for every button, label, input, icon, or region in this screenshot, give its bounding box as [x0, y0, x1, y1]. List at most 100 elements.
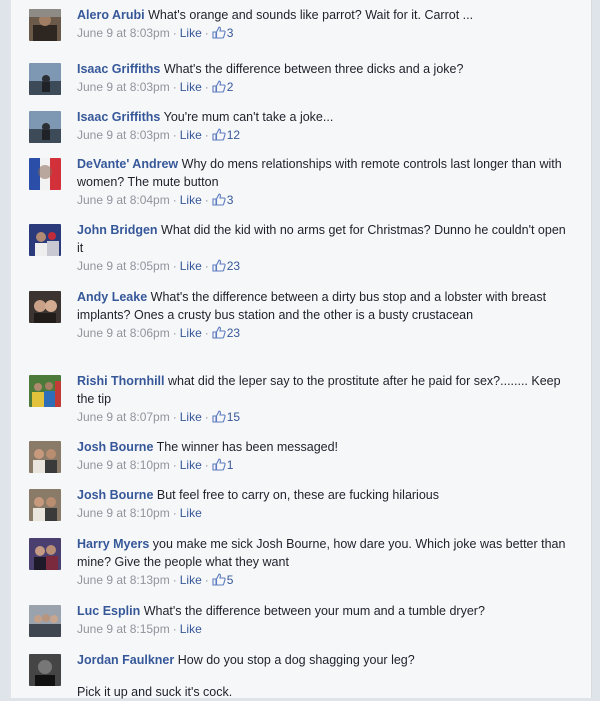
like-count[interactable]: 15	[212, 410, 240, 424]
avatar[interactable]	[29, 538, 61, 570]
thumbs-up-icon	[212, 458, 226, 471]
like-button[interactable]: Like	[180, 506, 202, 520]
comment-text: Andy Leake What's the difference between…	[77, 288, 572, 324]
comment-time[interactable]: June 9 at 8:13pm	[77, 573, 170, 587]
comment-author[interactable]: Josh Bourne	[77, 488, 153, 502]
separator-dot: ·	[204, 128, 209, 142]
avatar[interactable]	[29, 441, 61, 473]
comment-meta: June 9 at 8:03pm · Like · 12	[77, 126, 572, 144]
comment-author[interactable]: Harry Myers	[77, 537, 149, 551]
like-button[interactable]: Like	[180, 410, 202, 424]
comment-meta: June 9 at 8:04pm · Like · 3	[77, 191, 572, 209]
like-button[interactable]: Like	[180, 26, 202, 40]
comment-meta: June 9 at 8:13pm · Like · 5	[77, 571, 572, 589]
comment-author[interactable]: Josh Bourne	[77, 440, 153, 454]
like-count-value: 5	[226, 573, 234, 587]
comment-text: John Bridgen What did the kid with no ar…	[77, 221, 572, 257]
comment-author[interactable]: John Bridgen	[77, 223, 158, 237]
avatar[interactable]	[29, 291, 61, 323]
comment-meta: June 9 at 8:06pm · Like · 23	[77, 324, 572, 342]
comment-text: Luc Esplin What's the difference between…	[77, 602, 572, 620]
avatar[interactable]	[29, 158, 61, 190]
like-button[interactable]: Like	[180, 326, 202, 340]
separator-dot: ·	[204, 193, 209, 207]
avatar[interactable]	[29, 489, 61, 521]
comment-meta: June 9 at 8:07pm · Like · 15	[77, 408, 572, 426]
comment-author[interactable]: DeVante' Andrew	[77, 157, 178, 171]
comment-time[interactable]: June 9 at 8:03pm	[77, 80, 170, 94]
comment-time[interactable]: June 9 at 8:10pm	[77, 506, 170, 520]
avatar[interactable]	[29, 63, 61, 95]
like-count[interactable]: 3	[212, 26, 234, 40]
like-button[interactable]: Like	[180, 193, 202, 207]
comment-meta: June 9 at 8:03pm · Like · 2	[77, 78, 572, 96]
separator-dot: ·	[172, 326, 177, 340]
avatar[interactable]	[29, 605, 61, 637]
comment-time[interactable]: June 9 at 8:06pm	[77, 326, 170, 340]
comment-message: What's orange and sounds like parrot? Wa…	[148, 8, 474, 22]
avatar[interactable]	[29, 375, 61, 407]
separator-dot: ·	[172, 573, 177, 587]
comment-text: Rishi Thornhill what did the leper say t…	[77, 372, 572, 408]
like-count[interactable]: 2	[212, 80, 233, 94]
like-button[interactable]: Like	[180, 80, 202, 94]
comment-text: Josh Bourne The winner has been messaged…	[77, 438, 572, 456]
avatar[interactable]	[29, 111, 61, 143]
like-button[interactable]: Like	[180, 573, 202, 587]
comments-panel: Alero Arubi What's orange and sounds lik…	[10, 0, 592, 699]
like-count-value: 23	[226, 259, 241, 273]
separator-dot: ·	[172, 80, 177, 94]
comment-meta: June 9 at 8:03pm · Like · 3	[77, 24, 572, 42]
comment-message: The winner has been messaged!	[156, 440, 339, 454]
comment-text: Harry Myers you make me sick Josh Bourne…	[77, 535, 572, 571]
like-count[interactable]: 3	[212, 193, 234, 207]
comment-time[interactable]: June 9 at 8:15pm	[77, 622, 170, 636]
like-count[interactable]: 23	[212, 326, 240, 340]
comment-time[interactable]: June 9 at 8:07pm	[77, 410, 170, 424]
avatar[interactable]	[29, 654, 61, 686]
comment-time[interactable]: June 9 at 8:03pm	[77, 128, 170, 142]
separator-dot: ·	[204, 80, 209, 94]
comment-message: What's the difference between your mum a…	[143, 604, 485, 618]
comment-time[interactable]: June 9 at 8:10pm	[77, 458, 170, 472]
like-count-value: 3	[226, 193, 234, 207]
comment-message: What's the difference between a dirty bu…	[77, 290, 547, 322]
comment-text: Josh Bourne But feel free to carry on, t…	[77, 486, 572, 504]
like-count[interactable]: 1	[212, 458, 233, 472]
thumbs-up-icon	[212, 259, 226, 272]
like-button[interactable]: Like	[180, 259, 202, 273]
thumbs-up-icon	[212, 80, 226, 93]
like-count-value: 12	[226, 128, 241, 142]
comment-author[interactable]: Andy Leake	[77, 290, 147, 304]
comment-text: Alero Arubi What's orange and sounds lik…	[77, 6, 572, 24]
comment-message: How do you stop a dog shagging your leg?	[177, 653, 415, 667]
comment-author[interactable]: Jordan Faulkner	[77, 653, 174, 667]
comment-message: you make me sick Josh Bourne, how dare y…	[77, 537, 566, 569]
comment-time[interactable]: June 9 at 8:04pm	[77, 193, 170, 207]
separator-dot: ·	[172, 458, 177, 472]
thumbs-up-icon	[212, 128, 226, 141]
separator-dot: ·	[172, 193, 177, 207]
separator-dot: ·	[204, 410, 209, 424]
separator-dot: ·	[204, 573, 209, 587]
comment-author[interactable]: Isaac Griffiths	[77, 62, 160, 76]
like-button[interactable]: Like	[180, 622, 202, 636]
like-count-value: 3	[226, 26, 234, 40]
avatar[interactable]	[29, 9, 61, 41]
like-count[interactable]: 23	[212, 259, 240, 273]
thumbs-up-icon	[212, 573, 226, 586]
like-button[interactable]: Like	[180, 128, 202, 142]
comment-author[interactable]: Isaac Griffiths	[77, 110, 160, 124]
like-button[interactable]: Like	[180, 458, 202, 472]
comment-author[interactable]: Alero Arubi	[77, 8, 145, 22]
separator-dot: ·	[172, 26, 177, 40]
comment-time[interactable]: June 9 at 8:05pm	[77, 259, 170, 273]
comment-author[interactable]: Rishi Thornhill	[77, 374, 165, 388]
thumbs-up-icon	[212, 26, 226, 39]
like-count[interactable]: 5	[212, 573, 234, 587]
avatar[interactable]	[29, 224, 61, 256]
comment-author[interactable]: Luc Esplin	[77, 604, 140, 618]
like-count-value: 15	[226, 410, 241, 424]
comment-time[interactable]: June 9 at 8:03pm	[77, 26, 170, 40]
like-count[interactable]: 12	[212, 128, 240, 142]
